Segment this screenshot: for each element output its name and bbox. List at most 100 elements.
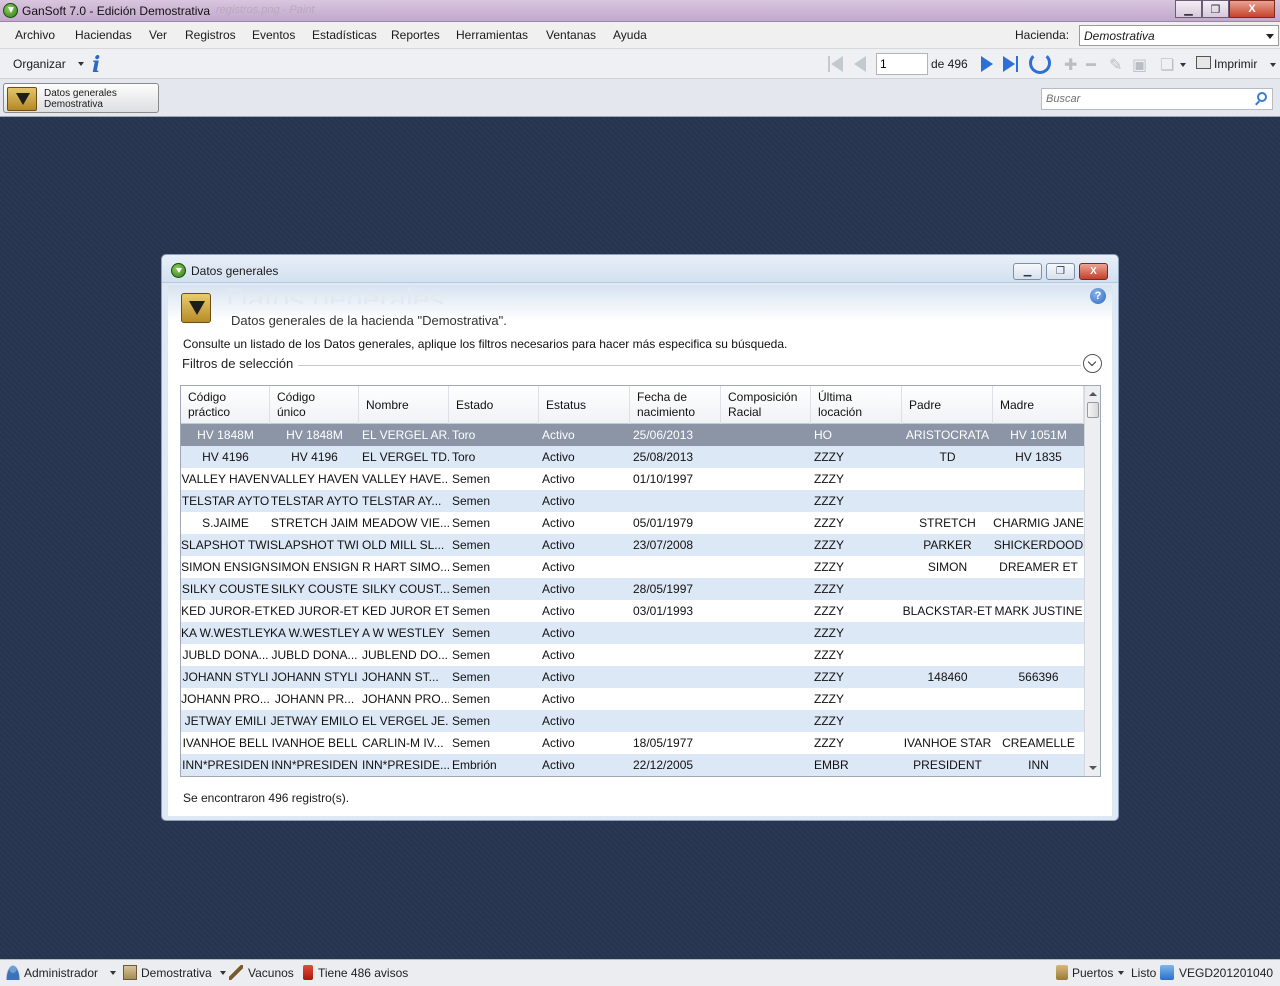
menu-ver[interactable]: Ver xyxy=(149,28,167,42)
column-header-codigo-unico[interactable]: Código único xyxy=(270,386,359,424)
scroll-up-icon[interactable] xyxy=(1089,392,1097,396)
page-number-input[interactable] xyxy=(876,53,928,75)
menu-herramientas[interactable]: Herramientas xyxy=(456,28,528,42)
table-row[interactable]: KED JUROR-ET KED JUROR-ET KED JUROR ET Seme… xyxy=(181,600,1084,622)
minimize-button[interactable]: ▁ xyxy=(1175,0,1202,18)
cell-composicion-racial xyxy=(721,446,811,468)
cell-codigo-practico: SIMON ENSIGN xyxy=(181,560,270,574)
table-row[interactable]: SLAPSHOT TWI SLAPSHOT TWI OLD MILL SL... Se… xyxy=(181,534,1084,556)
refresh-icon[interactable] xyxy=(1029,52,1051,74)
cell-codigo-unico: SLAPSHOT TWI xyxy=(270,538,359,552)
maximize-button[interactable]: ❐ xyxy=(1202,0,1229,18)
grid-scrollbar[interactable] xyxy=(1084,386,1100,776)
cell-estado: Semen xyxy=(452,626,491,640)
datos-generales-task-button[interactable]: Datos generales Demostrativa xyxy=(3,83,159,113)
cell-fecha-nacimiento xyxy=(630,622,721,644)
table-row[interactable]: S.JAIME STRETCH JAIM MEADOW VIE... Semen Act… xyxy=(181,512,1084,534)
imprimir-dropdown-icon[interactable] xyxy=(1270,63,1276,67)
cell-estado: Semen xyxy=(452,736,491,750)
cell-ultima-locacion: ZZZY xyxy=(814,516,844,530)
status-avisos[interactable]: Tiene 486 avisos xyxy=(318,966,408,980)
table-row[interactable]: JOHANN PRO... JOHANN PR... JOHANN PRO... Se… xyxy=(181,688,1084,710)
status-puertos[interactable]: Puertos xyxy=(1072,966,1113,980)
search-icon[interactable] xyxy=(1257,92,1267,102)
info-icon[interactable]: i xyxy=(92,52,100,78)
column-header-ultima-locacion[interactable]: Última locación xyxy=(811,386,902,424)
cell-madre: SHICKERDOOD xyxy=(993,538,1084,552)
cell-codigo-unico: JUBLD DONA... xyxy=(271,648,358,662)
menu-reportes[interactable]: Reportes xyxy=(391,28,440,42)
copy-icon[interactable]: ❏ xyxy=(1160,55,1174,75)
remove-icon[interactable]: ━ xyxy=(1086,55,1096,75)
last-page-button[interactable] xyxy=(999,53,1021,75)
column-header-estado[interactable]: Estado xyxy=(449,386,539,424)
status-vacunos[interactable]: Vacunos xyxy=(248,966,294,980)
first-page-button[interactable] xyxy=(824,53,846,75)
cell-codigo-practico: SLAPSHOT TWI xyxy=(181,538,270,552)
edit-icon[interactable]: ✎ xyxy=(1109,55,1122,75)
add-icon[interactable]: ✚ xyxy=(1064,55,1077,75)
column-header-fecha-nacimiento[interactable]: Fecha de nacimiento xyxy=(630,386,721,424)
printer-icon[interactable] xyxy=(1196,56,1211,69)
cell-padre: TD xyxy=(939,450,956,464)
copy-dropdown-icon[interactable] xyxy=(1180,63,1186,67)
next-page-button[interactable] xyxy=(976,53,998,75)
cell-padre xyxy=(902,578,993,600)
search-input[interactable]: Buscar xyxy=(1041,88,1273,110)
column-header-nombre[interactable]: Nombre xyxy=(359,386,449,424)
menu-archivo[interactable]: Archivo xyxy=(15,28,55,42)
menu-eventos[interactable]: Eventos xyxy=(252,28,295,42)
inner-maximize-button[interactable]: ❐ xyxy=(1046,263,1075,280)
menu-ayuda[interactable]: Ayuda xyxy=(613,28,647,42)
column-header-estatus[interactable]: Estatus xyxy=(539,386,630,424)
close-button[interactable]: X xyxy=(1229,0,1275,18)
cell-composicion-racial xyxy=(721,644,811,666)
cell-nombre: VALLEY HAVE... xyxy=(362,472,449,486)
table-row[interactable]: TELSTAR AYTO TELSTAR AYTO TELSTAR AY... Sem… xyxy=(181,490,1084,512)
cell-madre xyxy=(993,644,1084,666)
cell-madre xyxy=(993,710,1084,732)
previous-page-button[interactable] xyxy=(849,53,871,75)
cell-nombre: MEADOW VIE... xyxy=(362,516,449,530)
user-dropdown-icon[interactable] xyxy=(110,971,116,975)
cell-ultima-locacion: ZZZY xyxy=(814,714,844,728)
menu-haciendas[interactable]: Haciendas xyxy=(75,28,132,42)
help-icon[interactable]: ? xyxy=(1090,288,1106,304)
menu-registros[interactable]: Registros xyxy=(185,28,236,42)
hacienda-dropdown-icon[interactable] xyxy=(220,971,226,975)
table-row[interactable]: IVANHOE BELL IVANHOE BELL CARLIN-M IV... Se… xyxy=(181,732,1084,754)
cell-ultima-locacion: ZZZY xyxy=(814,450,844,464)
table-row[interactable]: JUBLD DONA... JUBLD DONA... JUBLEND DO... S… xyxy=(181,644,1084,666)
inner-close-button[interactable]: X xyxy=(1079,263,1108,280)
table-row[interactable]: JOHANN STYLI JOHANN STYLI JOHANN ST... Seme… xyxy=(181,666,1084,688)
table-row[interactable]: SILKY COUSTE SILKY COUSTE SILKY COUST... Se… xyxy=(181,578,1084,600)
cell-ultima-locacion: ZZZY xyxy=(814,494,844,508)
organizar-dropdown-icon[interactable] xyxy=(78,62,84,66)
puertos-dropdown-icon[interactable] xyxy=(1118,971,1124,975)
cell-madre: INN xyxy=(1028,758,1049,772)
column-header-madre[interactable]: Madre xyxy=(993,386,1084,424)
save-icon[interactable]: ▣ xyxy=(1132,55,1147,75)
scroll-thumb[interactable] xyxy=(1087,402,1099,418)
status-hacienda[interactable]: Demostrativa xyxy=(141,966,212,980)
table-row[interactable]: HV 1848M HV 1848M EL VERGEL AR... Toro Activ… xyxy=(181,424,1084,446)
column-header-codigo-practico[interactable]: Código práctico xyxy=(181,386,270,424)
table-row[interactable]: SIMON ENSIGN SIMON ENSIGN R HART SIMO... Se… xyxy=(181,556,1084,578)
status-user[interactable]: Administrador xyxy=(24,966,98,980)
menu-ventanas[interactable]: Ventanas xyxy=(546,28,596,42)
organizar-button[interactable]: Organizar xyxy=(13,57,66,71)
cell-fecha-nacimiento: 03/01/1993 xyxy=(633,604,694,618)
menu-estadisticas[interactable]: Estadísticas xyxy=(312,28,377,42)
table-row[interactable]: VALLEY HAVEN VALLEY HAVEN VALLEY HAVE... Se… xyxy=(181,468,1084,490)
column-header-padre[interactable]: Padre xyxy=(902,386,993,424)
imprimir-button[interactable]: Imprimir xyxy=(1214,57,1257,71)
scroll-down-icon[interactable] xyxy=(1089,766,1097,770)
table-row[interactable]: HV 4196 HV 4196 EL VERGEL TD... Toro Activo 2… xyxy=(181,446,1084,468)
table-row[interactable]: JETWAY EMILI JETWAY EMILO EL VERGEL JE... S… xyxy=(181,710,1084,732)
table-row[interactable]: INN*PRESIDEN INN*PRESIDEN INN*PRESIDE... Em… xyxy=(181,754,1084,776)
expand-filters-button[interactable] xyxy=(1083,354,1102,373)
column-header-composicion-racial[interactable]: Composición Racial xyxy=(721,386,811,424)
hacienda-select[interactable]: Demostrativa xyxy=(1079,25,1279,46)
table-row[interactable]: KA W.WESTLEY KA W.WESTLEY A W WESTLEY Semen… xyxy=(181,622,1084,644)
inner-minimize-button[interactable]: ▁ xyxy=(1013,263,1042,280)
